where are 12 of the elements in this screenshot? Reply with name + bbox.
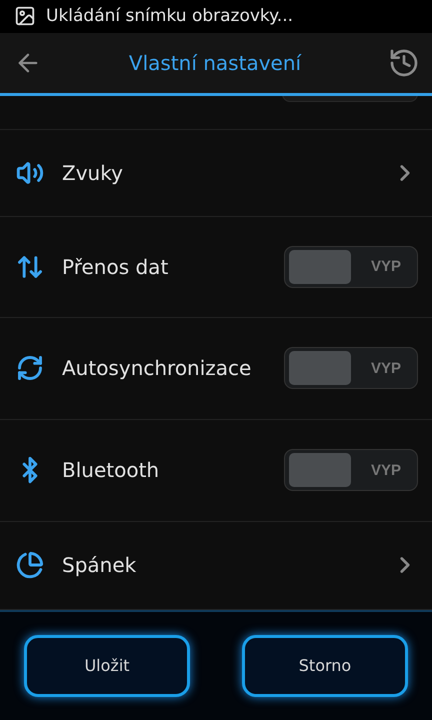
notification-text: Ukládání snímku obrazovky...: [46, 6, 294, 26]
setting-label: Autosynchronizace: [62, 356, 252, 380]
setting-label: Zvuky: [62, 160, 124, 185]
toggle-switch[interactable]: VYP: [284, 347, 418, 390]
setting-label: Přenos dat: [62, 254, 170, 279]
cancel-button[interactable]: Storno: [242, 634, 408, 697]
screen-title: Vlastní nastavení: [128, 50, 302, 75]
setting-label: Spánek: [62, 553, 138, 578]
save-button[interactable]: Uložit: [24, 634, 190, 697]
toggle-switch[interactable]: VYP: [284, 246, 418, 288]
setting-label: Bluetooth: [62, 458, 160, 482]
toggle-switch[interactable]: VYP: [284, 449, 418, 492]
